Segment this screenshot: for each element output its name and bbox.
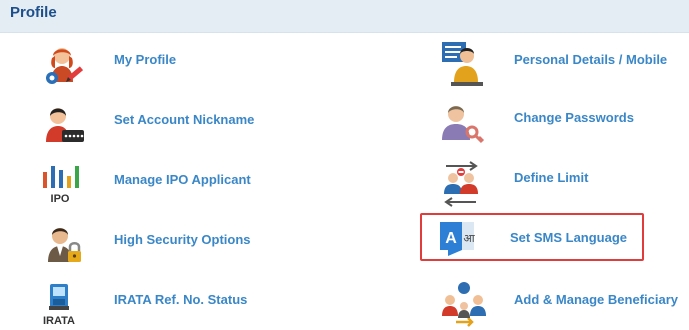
- page-title: Profile: [10, 4, 57, 21]
- menu-item-label[interactable]: Define Limit: [514, 168, 588, 188]
- ipo-chart-icon: IPO: [43, 166, 79, 205]
- menu-item-change-passwords[interactable]: Change Passwords: [440, 100, 680, 150]
- language-icon-text-a: A: [445, 230, 457, 247]
- presenter-icon: [442, 42, 483, 86]
- menu-item-label[interactable]: High Security Options: [114, 230, 251, 250]
- users-limit-icon: [444, 161, 478, 207]
- menu-item-label[interactable]: Add & Manage Beneficiary: [514, 290, 678, 310]
- language-icon-text-b: आ: [463, 232, 475, 245]
- user-key-icon: [442, 106, 485, 144]
- irata-machine-icon: IRATA: [43, 284, 75, 327]
- menu-item-label[interactable]: Set SMS Language: [510, 228, 627, 248]
- menu-item-irata-ref-no-status[interactable]: IRATA IRATA Ref. No. Status: [40, 282, 340, 330]
- menu-item-label[interactable]: My Profile: [114, 50, 176, 70]
- menu-item-add-manage-beneficiary[interactable]: Add & Manage Beneficiary: [440, 280, 685, 330]
- menu-item-label[interactable]: Manage IPO Applicant: [114, 170, 251, 190]
- profile-header: Profile: [0, 0, 689, 33]
- menu-item-my-profile[interactable]: My Profile: [40, 42, 340, 92]
- irata-icon-text: IRATA: [43, 315, 75, 327]
- menu-item-high-security-options[interactable]: High Security Options: [40, 222, 340, 272]
- menu-item-define-limit[interactable]: Define Limit: [440, 160, 680, 210]
- user-edit-icon: [46, 48, 84, 84]
- language-icon: A आ: [440, 222, 475, 256]
- ipo-icon-text: IPO: [51, 193, 70, 205]
- menu-item-label[interactable]: Set Account Nickname: [114, 110, 254, 130]
- menu-item-set-sms-language[interactable]: A आ Set SMS Language: [440, 222, 640, 272]
- menu-item-manage-ipo-applicant[interactable]: IPO Manage IPO Applicant: [40, 162, 340, 212]
- beneficiary-icon: [442, 282, 486, 327]
- menu-item-label[interactable]: Personal Details / Mobile: [514, 50, 667, 70]
- menu-item-label[interactable]: IRATA Ref. No. Status: [114, 290, 247, 310]
- menu-item-set-account-nickname[interactable]: Set Account Nickname: [40, 102, 340, 152]
- user-lock-icon: [48, 228, 81, 262]
- user-card-icon: [46, 108, 84, 142]
- menu-item-personal-details-mobile[interactable]: Personal Details / Mobile: [440, 40, 680, 90]
- menu-item-label[interactable]: Change Passwords: [514, 108, 634, 128]
